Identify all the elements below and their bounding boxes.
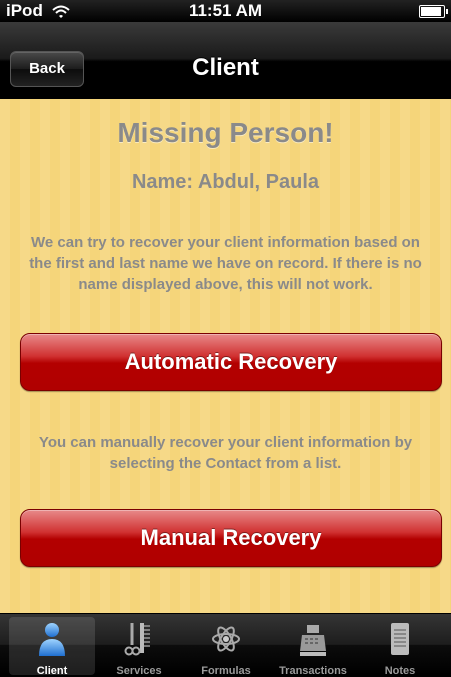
tab-client[interactable]: Client <box>9 617 95 677</box>
tab-notes[interactable]: Notes <box>357 617 443 677</box>
cash-register-icon <box>298 621 328 657</box>
atom-icon <box>211 621 241 657</box>
recovery-panel: Missing Person! Name: Abdul, Paula We ca… <box>0 99 451 613</box>
status-bar: iPod 11:51 AM <box>0 0 451 22</box>
client-name: Name: Abdul, Paula <box>131 171 320 193</box>
notes-icon <box>385 621 415 657</box>
comb-scissors-icon <box>124 621 154 657</box>
tab-transactions[interactable]: Transactions <box>270 617 356 677</box>
tab-label: Transactions <box>279 665 347 677</box>
tab-services[interactable]: Services <box>96 617 182 677</box>
tab-bar: Client Services Formulas Transactions No… <box>0 613 451 677</box>
automatic-recovery-description: We can try to recover your client inform… <box>29 234 422 293</box>
navigation-bar: Back Client <box>0 22 451 99</box>
page-title: Client <box>192 54 259 81</box>
automatic-recovery-button[interactable]: Automatic Recovery <box>20 333 442 391</box>
tab-label: Client <box>36 665 68 677</box>
battery-icon <box>419 5 448 18</box>
manual-recovery-button[interactable]: Manual Recovery <box>20 509 442 567</box>
person-icon <box>37 621 67 657</box>
manual-recovery-description: You can manually recover your client inf… <box>38 434 413 472</box>
clock: 11:51 AM <box>188 1 263 20</box>
tab-label: Formulas <box>201 665 251 677</box>
tab-label: Notes <box>384 665 416 677</box>
tab-label: Services <box>116 665 162 677</box>
missing-person-heading: Missing Person! <box>117 117 334 148</box>
tab-formulas[interactable]: Formulas <box>183 617 269 677</box>
